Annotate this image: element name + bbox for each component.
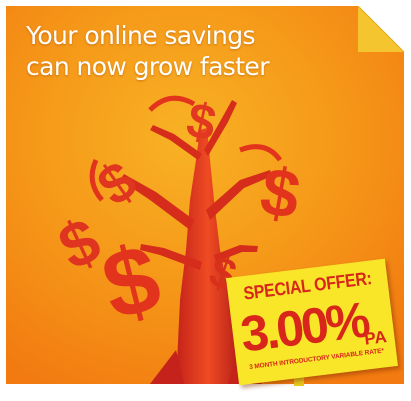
headline-line-2: can now grow faster bbox=[26, 52, 269, 81]
headline: Your online savings can now grow faster bbox=[26, 20, 269, 82]
headline-line-1: Your online savings bbox=[26, 21, 256, 50]
offer-sign: SPECIAL OFFER: 3.00% PA 3 MONTH INTRODUC… bbox=[226, 258, 398, 386]
savings-ad: $ $ $ $ $ $ Your online savings can now … bbox=[0, 0, 411, 401]
